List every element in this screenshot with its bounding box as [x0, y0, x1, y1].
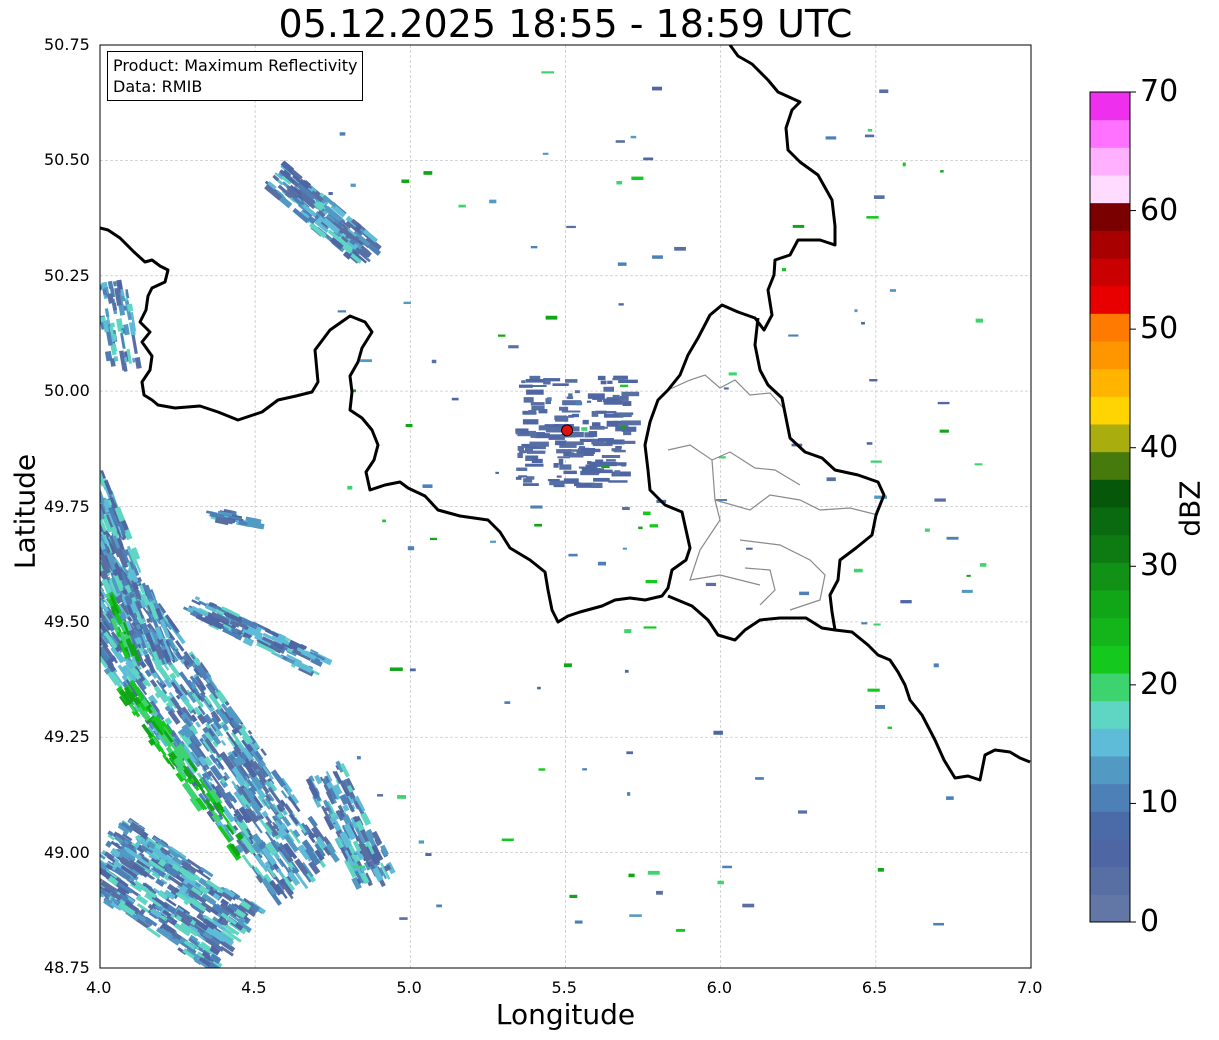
colorbar-tick-label: 70: [1140, 74, 1179, 109]
colorbar-segment: [1090, 783, 1130, 812]
colorbar-segment: [1090, 119, 1130, 148]
colorbar-segment: [1090, 590, 1130, 619]
x-tick-label: 4.0: [86, 978, 112, 997]
y-tick-label: 50.75: [44, 35, 90, 54]
colorbar-segment: [1090, 728, 1130, 757]
colorbar-segment: [1090, 230, 1130, 259]
y-axis-label: Latitude: [8, 453, 42, 570]
colorbar-segment: [1090, 313, 1130, 342]
colorbar-segment: [1090, 451, 1130, 480]
colorbar-segment: [1090, 147, 1130, 176]
colorbar-segment: [1090, 534, 1130, 563]
x-tick-label: 5.0: [396, 978, 422, 997]
y-tick-label: 49.25: [44, 727, 90, 747]
colorbar-segment: [1090, 839, 1130, 868]
colorbar-segment: [1090, 479, 1130, 508]
data-source-label: Data: RMIB: [113, 77, 203, 96]
colorbar-segment: [1090, 645, 1130, 674]
y-tick-label: 50.50: [44, 150, 90, 170]
colorbar-segment: [1090, 617, 1130, 646]
x-tick-label: 6.5: [861, 978, 888, 997]
colorbar-segment: [1090, 700, 1130, 729]
colorbar-segment: [1090, 756, 1130, 785]
colorbar-tick-label: 0: [1140, 904, 1160, 939]
colorbar-tick-label: 30: [1140, 548, 1179, 584]
colorbar-label: dBZ: [1173, 480, 1207, 537]
colorbar-segment: [1090, 175, 1130, 204]
colorbar-tick-label: 20: [1140, 666, 1179, 702]
info-box: Product: Maximum Reflectivity Data: RMIB: [107, 51, 364, 101]
y-tick-label: 49.75: [44, 496, 90, 516]
colorbar-segment: [1090, 92, 1130, 121]
product-label: Product: Maximum Reflectivity: [113, 56, 358, 75]
x-tick-label: 5.5: [551, 978, 577, 997]
radar-site-marker: [561, 424, 574, 437]
colorbar-segment: [1090, 507, 1130, 536]
colorbar-segment: [1090, 341, 1130, 370]
colorbar-segment: [1090, 811, 1130, 840]
x-tick-label: 4.5: [241, 978, 267, 997]
colorbar-tick-label: 10: [1140, 785, 1179, 821]
colorbar-segment: [1090, 894, 1130, 923]
x-tick-label: 7.0: [1017, 978, 1043, 997]
colorbar-segment: [1090, 285, 1130, 314]
colorbar-tick-label: 50: [1140, 311, 1179, 347]
y-tick-label: 50.25: [44, 265, 90, 285]
colorbar-segment: [1090, 396, 1130, 425]
colorbar-segment: [1090, 368, 1130, 397]
colorbar-tick-label: 60: [1140, 192, 1179, 228]
colorbar-tick-label: 40: [1140, 429, 1179, 465]
colorbar-segment: [1090, 424, 1130, 453]
colorbar-segment: [1090, 202, 1130, 231]
colorbar: [1089, 91, 1136, 923]
radar-map: [99, 44, 1136, 969]
y-tick-label: 49.50: [44, 611, 90, 631]
y-tick-label: 49.00: [44, 842, 90, 862]
x-tick-label: 6.0: [706, 978, 733, 997]
colorbar-segment: [1090, 562, 1130, 591]
y-tick-label: 50.00: [44, 381, 90, 401]
colorbar-segment: [1090, 866, 1130, 895]
x-axis-label: Longitude: [495, 998, 636, 1031]
colorbar-segment: [1090, 258, 1130, 287]
y-tick-label: 48.75: [44, 958, 90, 977]
colorbar-segment: [1090, 673, 1130, 702]
